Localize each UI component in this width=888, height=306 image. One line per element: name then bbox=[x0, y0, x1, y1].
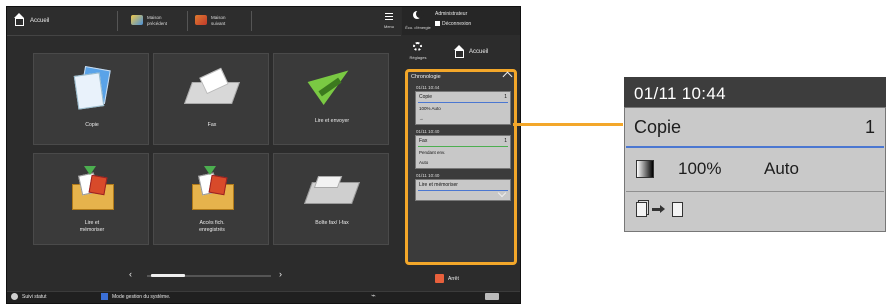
fax-icon bbox=[183, 67, 241, 104]
stop-label: Arrêt bbox=[448, 276, 459, 282]
density-icon bbox=[636, 160, 654, 178]
job-time: 01/11 10:40 bbox=[416, 129, 440, 134]
stored-files-icon bbox=[190, 166, 234, 210]
job-card-scan[interactable]: Lire et mémoriser bbox=[415, 179, 511, 201]
job-card-fax[interactable]: Fax 1 Pendant env. Auto bbox=[415, 135, 511, 169]
gear-icon bbox=[413, 42, 422, 51]
zoom-mode: Auto bbox=[764, 159, 799, 178]
fax-inbox-icon bbox=[303, 174, 361, 206]
job-time: 01/11 10:44 bbox=[416, 85, 440, 90]
zoom-job-title: Copie bbox=[634, 117, 682, 137]
status-bar bbox=[7, 291, 520, 303]
tile-label: Lire et envoyer bbox=[314, 118, 350, 124]
shortcut-label: Maison bbox=[147, 15, 162, 20]
shortcut-label: Maison bbox=[211, 15, 226, 20]
energy-save-button[interactable]: Éco. d'énergie bbox=[405, 9, 431, 33]
logout-label: Déconnexion bbox=[442, 21, 472, 27]
job-divider bbox=[418, 190, 508, 191]
shortcut-icon bbox=[131, 15, 143, 25]
job-duplex: → bbox=[419, 116, 424, 121]
status-monitor-button[interactable]: Suivi statut bbox=[11, 293, 46, 300]
home-button[interactable]: Accueil bbox=[11, 13, 71, 29]
status-icon bbox=[11, 293, 18, 300]
job-divider bbox=[418, 146, 508, 147]
zoom-job-count: 1 bbox=[865, 117, 876, 137]
admin-label: Administrateur bbox=[435, 11, 468, 17]
job-time: 01/11 10:40 bbox=[416, 173, 440, 178]
tile-scan-send[interactable]: Lire et envoyer bbox=[273, 53, 389, 145]
home-icon bbox=[454, 45, 464, 58]
job-card-copy[interactable]: Copie 1 100% Auto → bbox=[415, 91, 511, 125]
settings-button[interactable]: Réglages bbox=[405, 39, 431, 65]
divider bbox=[187, 11, 188, 31]
tile-label: Boîte fax/ I-fax bbox=[315, 220, 349, 226]
logout-button[interactable]: Déconnexion bbox=[435, 21, 471, 27]
system-mode-label: Mode gestion du système. bbox=[112, 293, 171, 300]
divider bbox=[251, 11, 252, 31]
moon-icon bbox=[413, 10, 424, 19]
shortcut-icon bbox=[195, 15, 207, 25]
scan-store-icon bbox=[70, 166, 114, 210]
home-button-right[interactable]: Accueil bbox=[451, 45, 511, 61]
tile-label: Accès fich. enregistrés bbox=[199, 220, 225, 233]
menu-label: Menu bbox=[383, 24, 394, 29]
job-title: Copie bbox=[419, 94, 433, 100]
job-title: Fax bbox=[419, 138, 428, 144]
menu-icon bbox=[385, 13, 393, 20]
tile-label: Copie bbox=[85, 122, 99, 128]
job-count: 1 bbox=[504, 138, 507, 144]
energy-save-label: Éco. d'énergie bbox=[405, 25, 431, 30]
stop-button[interactable]: Arrêt bbox=[435, 273, 465, 285]
tile-label: Lire et mémoriser bbox=[79, 220, 105, 233]
tile-stored-files[interactable]: Accès fich. enregistrés bbox=[153, 153, 269, 245]
job-settings: Auto bbox=[419, 160, 429, 165]
callout-connector bbox=[513, 123, 623, 126]
job-status: Pendant env. bbox=[419, 150, 446, 155]
home-label: Accueil bbox=[30, 18, 50, 24]
divider bbox=[117, 11, 118, 31]
function-grid: Copie Fax Lire et envoyer Lire et mémori… bbox=[15, 43, 401, 261]
logout-icon bbox=[435, 21, 440, 27]
duplex-icon bbox=[636, 200, 696, 222]
system-mode-indicator: Mode gestion du système. bbox=[101, 293, 170, 300]
shortcut-sublabel: précédent bbox=[147, 21, 168, 26]
zoom-accent-line bbox=[626, 146, 884, 148]
zoom-divider bbox=[626, 191, 884, 192]
job-settings: 100% Auto bbox=[419, 106, 441, 111]
menu-button[interactable]: Menu bbox=[379, 9, 399, 33]
keyboard-icon[interactable] bbox=[485, 293, 499, 300]
job-title: Lire et mémoriser bbox=[419, 182, 458, 188]
shortcut-sublabel: suivant bbox=[211, 21, 226, 26]
home-icon bbox=[14, 13, 24, 26]
zoom-time: 01/11 10:44 bbox=[634, 84, 726, 103]
tile-fax[interactable]: Fax bbox=[153, 53, 269, 145]
tile-fax-inbox[interactable]: Boîte fax/ I-fax bbox=[273, 153, 389, 245]
pager-prev-button[interactable]: ‹ bbox=[129, 269, 132, 279]
zoom-ratio: 100% bbox=[678, 159, 722, 178]
pager-thumb[interactable] bbox=[151, 274, 185, 277]
settings-label: Réglages bbox=[409, 55, 427, 60]
job-count: 1 bbox=[504, 94, 507, 100]
stop-icon bbox=[435, 274, 444, 283]
device-screen: Accueil Maison précédent Maison suivant … bbox=[6, 6, 521, 304]
network-icon[interactable]: ⌁ bbox=[371, 291, 376, 300]
shortcut-previous[interactable]: Maison précédent bbox=[131, 13, 181, 29]
status-label: Suivi statut bbox=[22, 293, 47, 300]
job-divider bbox=[418, 102, 508, 103]
tile-label: Fax bbox=[207, 122, 217, 128]
tile-scan-store[interactable]: Lire et mémoriser bbox=[33, 153, 149, 245]
shortcut-next[interactable]: Maison suivant bbox=[195, 13, 245, 29]
copy-icon bbox=[73, 66, 111, 110]
chronology-title: Chronologie bbox=[411, 74, 441, 80]
pager-next-button[interactable]: › bbox=[279, 269, 282, 279]
tile-copy[interactable]: Copie bbox=[33, 53, 149, 145]
info-icon bbox=[101, 293, 108, 300]
home-label: Accueil bbox=[469, 49, 489, 55]
